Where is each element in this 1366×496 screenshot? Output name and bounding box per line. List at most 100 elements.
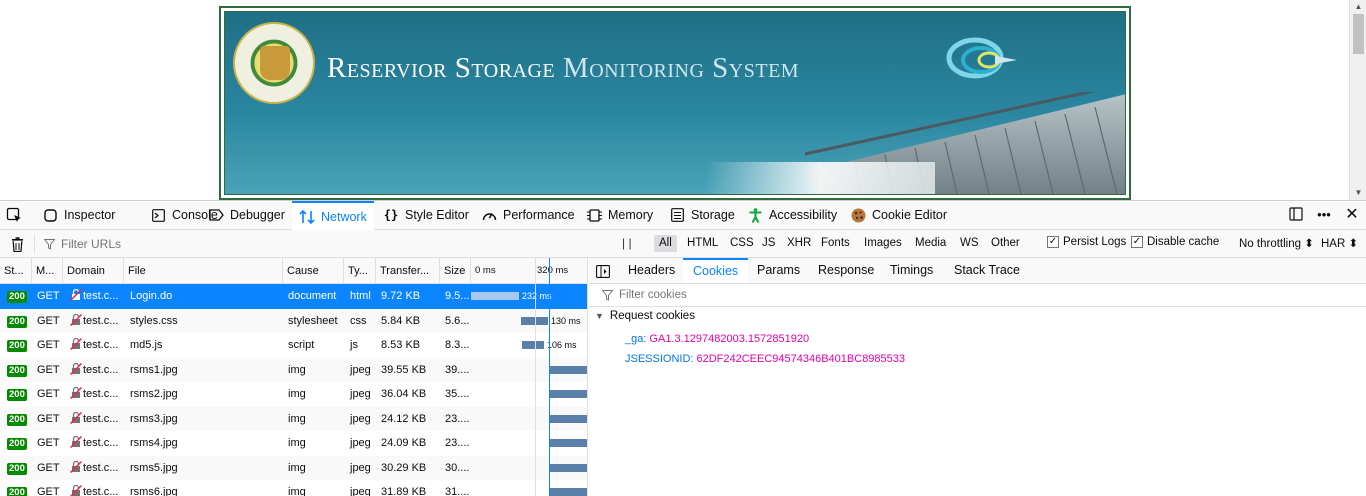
persist-logs-label: Persist Logs — [1063, 236, 1126, 248]
domain-text: test.c... — [83, 364, 118, 376]
type-filter-all[interactable]: All — [654, 235, 677, 252]
type-filter-css[interactable]: CSS — [725, 235, 759, 252]
insecure-connection-icon — [70, 360, 82, 372]
site-title-part1: Reservior Storage — [327, 52, 555, 84]
details-tab-timings[interactable]: Timings — [880, 258, 943, 283]
waterfall-timing-bar — [550, 415, 588, 423]
scrollbar-thumb[interactable] — [1353, 14, 1364, 54]
devtools-tabbar: InspectorConsoleDebuggerNetwork{}Style E… — [0, 201, 1366, 230]
column-header-transferred[interactable]: Transfer... — [376, 258, 440, 284]
status-cell: 200 — [3, 456, 33, 480]
status-cell: 200 — [3, 333, 33, 357]
request-row[interactable]: 200GETtest.c...rsms6.jpgimgjpeg31.89 KB3… — [0, 480, 588, 496]
disable-cache-checkmark-icon[interactable]: ✓ — [1131, 236, 1143, 248]
column-header-status[interactable]: St... — [0, 258, 32, 284]
tab-inspector[interactable]: Inspector — [35, 201, 122, 229]
cookie-value[interactable]: GA1.3.1297482003.1572851920 — [649, 333, 809, 345]
tab-cookie-editor[interactable]: Cookie Editor — [843, 201, 954, 229]
request-cookies-section[interactable]: ▼ Request cookies — [595, 310, 695, 322]
style-editor-icon: {} — [383, 207, 399, 223]
type-cell: jpeg — [346, 431, 376, 455]
file-cell: rsms3.jpg — [126, 407, 282, 431]
type-cell: jpeg — [346, 480, 376, 496]
clear-trash-icon[interactable] — [9, 236, 25, 252]
type-filter-ws[interactable]: WS — [955, 235, 984, 252]
type-filter-js[interactable]: JS — [757, 235, 780, 252]
collapse-triangle-icon[interactable]: ▼ — [595, 311, 604, 321]
tab-network[interactable]: Network — [292, 201, 374, 230]
details-tab-params[interactable]: Params — [747, 258, 810, 283]
type-filter-media[interactable]: Media — [910, 235, 951, 252]
details-tab-headers[interactable]: Headers — [618, 258, 685, 283]
request-row[interactable]: 200GETtest.c...Login.dodocumenthtml9.72 … — [0, 284, 588, 309]
filter-urls-input[interactable] — [61, 237, 361, 251]
page-scrollbar[interactable]: ▲ ▼ — [1349, 0, 1366, 200]
domain-text: test.c... — [83, 413, 118, 425]
tab-debugger[interactable]: Debugger — [201, 201, 292, 229]
domain-cell: test.c... — [66, 358, 124, 382]
column-header-cause[interactable]: Cause — [283, 258, 344, 284]
method-cell: GET — [33, 309, 63, 333]
tab-accessibility[interactable]: Accessibility — [740, 201, 844, 229]
tab-storage[interactable]: Storage — [662, 201, 742, 229]
cookie-name: JSESSIONID: — [625, 353, 693, 365]
tab-performance[interactable]: Performance — [474, 201, 582, 229]
persist-logs-checkmark-icon[interactable]: ✓ — [1047, 236, 1059, 248]
site-title-part2: Monitoring System — [563, 52, 799, 84]
insecure-connection-icon — [70, 384, 82, 396]
filter-urls-box[interactable] — [34, 234, 604, 254]
details-tab-cookies[interactable]: Cookies — [683, 258, 748, 283]
column-header-size[interactable]: Size — [440, 258, 471, 284]
type-filter-fonts[interactable]: Fonts — [816, 235, 855, 252]
details-tab-response[interactable]: Response — [808, 258, 884, 283]
tab-style-editor[interactable]: {} Style Editor — [376, 201, 476, 229]
file-cell: rsms6.jpg — [126, 480, 282, 496]
dock-side-icon[interactable] — [1288, 206, 1304, 222]
column-header-method[interactable]: M... — [32, 258, 63, 284]
type-filter-xhr[interactable]: XHR — [782, 235, 816, 252]
column-header-domain[interactable]: Domain — [63, 258, 124, 284]
persist-logs-checkbox[interactable]: ✓ Persist Logs — [1047, 236, 1126, 248]
toggle-sidebar-icon[interactable] — [595, 263, 611, 279]
request-row[interactable]: 200GETtest.c...md5.jsscriptjs8.53 KB8.3.… — [0, 333, 588, 358]
request-row[interactable]: 200GETtest.c...styles.cssstylesheetcss5.… — [0, 309, 588, 334]
insecure-connection-icon — [70, 433, 82, 445]
insecure-connection-icon — [70, 409, 82, 421]
request-row[interactable]: 200GETtest.c...rsms5.jpgimgjpeg30.29 KB3… — [0, 456, 588, 481]
pause-recording-button[interactable]: | | — [622, 236, 632, 250]
cookie-row[interactable]: _ga:GA1.3.1297482003.1572851920 — [625, 333, 809, 345]
column-header-waterfall-start[interactable]: 0 ms — [471, 258, 533, 284]
waterfall-timing-bar — [522, 341, 544, 349]
column-header-waterfall-end[interactable]: 320 ms — [533, 258, 588, 284]
close-devtools-icon[interactable]: ✕ — [1344, 206, 1360, 222]
tab-label: Style Editor — [405, 208, 469, 222]
size-cell: 39.... — [441, 358, 471, 382]
request-row[interactable]: 200GETtest.c...rsms1.jpgimgjpeg39.55 KB3… — [0, 358, 588, 383]
more-options-icon[interactable]: ••• — [1316, 206, 1332, 222]
transferred-cell: 39.55 KB — [377, 358, 439, 382]
scroll-up-arrow-icon[interactable]: ▲ — [1350, 0, 1366, 14]
request-row[interactable]: 200GETtest.c...rsms3.jpgimgjpeg24.12 KB2… — [0, 407, 588, 432]
filter-cookies-box[interactable] — [589, 284, 1366, 307]
column-header-file[interactable]: File — [124, 258, 283, 284]
file-cell: styles.css — [126, 309, 282, 333]
har-menu-dropdown[interactable]: HAR ⬍ — [1321, 236, 1358, 250]
filter-cookies-input[interactable] — [619, 289, 919, 301]
status-badge: 200 — [7, 365, 27, 377]
type-filter-other[interactable]: Other — [986, 235, 1025, 252]
request-row[interactable]: 200GETtest.c...rsms4.jpgimgjpeg24.09 KB2… — [0, 431, 588, 456]
details-tab-stack-trace[interactable]: Stack Trace — [944, 258, 1030, 283]
type-filter-html[interactable]: HTML — [682, 235, 723, 252]
tab-memory[interactable]: Memory — [579, 201, 660, 229]
element-picker-icon[interactable] — [6, 207, 22, 223]
request-row[interactable]: 200GETtest.c...rsms2.jpgimgjpeg36.04 KB3… — [0, 382, 588, 407]
cause-cell: img — [284, 382, 344, 406]
cookie-value[interactable]: 62DF242CEEC94574346B401BC8985533 — [696, 353, 905, 365]
cookie-row[interactable]: JSESSIONID:62DF242CEEC94574346B401BC8985… — [625, 353, 905, 365]
scroll-down-arrow-icon[interactable]: ▼ — [1350, 186, 1366, 200]
column-header-type[interactable]: Ty... — [344, 258, 376, 284]
method-cell: GET — [33, 456, 63, 480]
disable-cache-checkbox[interactable]: ✓ Disable cache — [1131, 236, 1219, 248]
type-filter-images[interactable]: Images — [859, 235, 907, 252]
throttling-dropdown[interactable]: No throttling ⬍ — [1239, 236, 1314, 250]
